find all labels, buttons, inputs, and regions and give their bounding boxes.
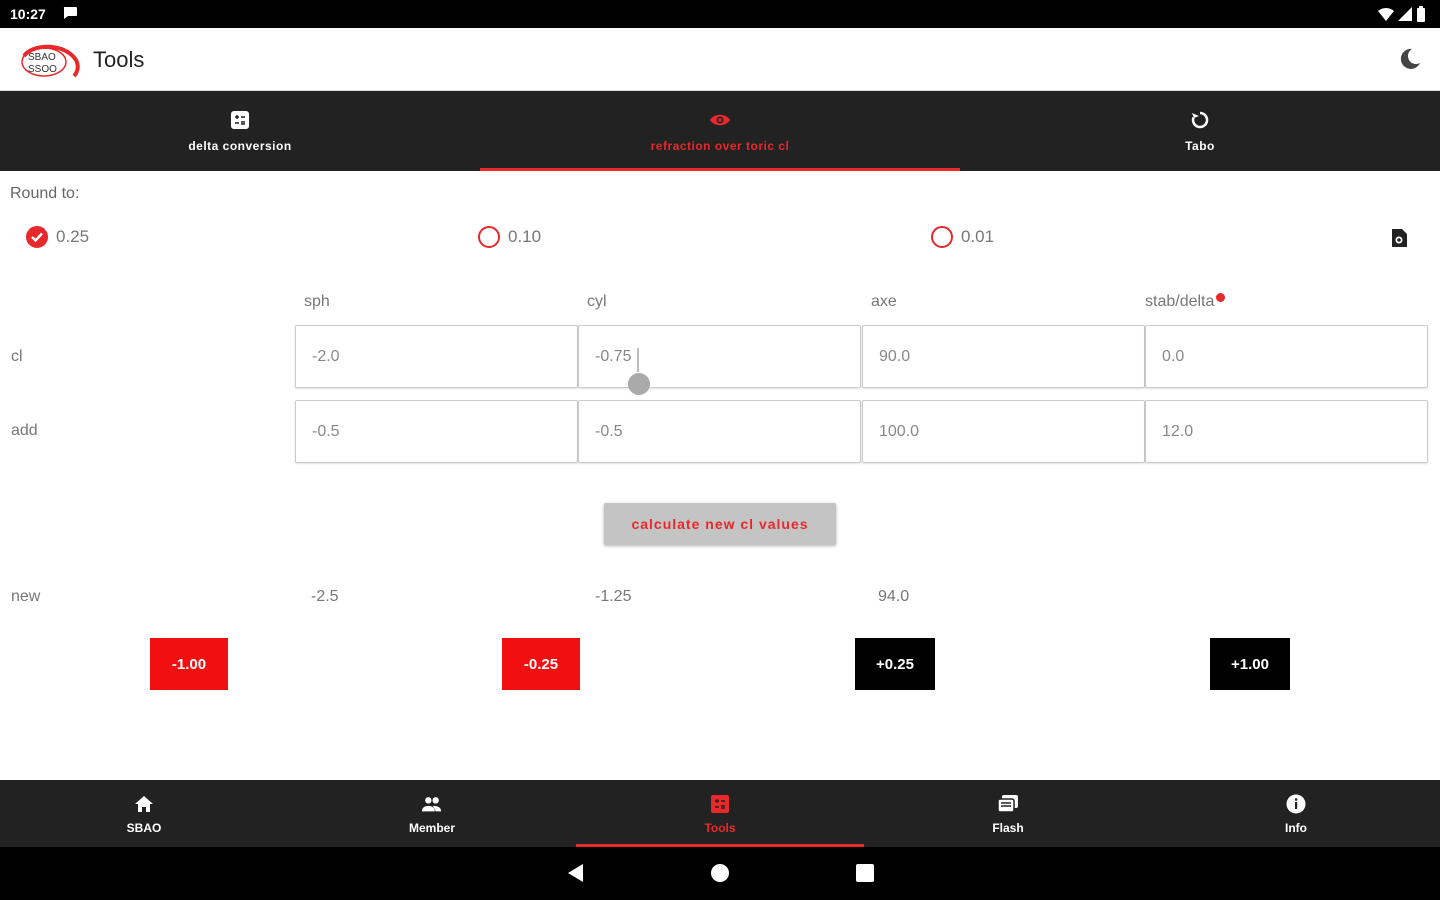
column-header-label: stab/delta: [1145, 293, 1215, 310]
new-sph-value: -2.5: [311, 588, 339, 605]
page-title: Tools: [93, 47, 145, 72]
nav-item-info[interactable]: Info: [1152, 780, 1440, 847]
tab-bar: delta conversion refraction over toric c…: [0, 91, 1440, 171]
new-cyl-value: -1.25: [595, 588, 632, 605]
system-icons: [1378, 6, 1426, 22]
tab-tabo[interactable]: Tabo: [960, 91, 1440, 171]
message-icon: [63, 7, 77, 19]
cl-cyl-input[interactable]: -0.75: [578, 325, 861, 388]
cl-stab-input[interactable]: 0.0: [1145, 325, 1428, 388]
radio-label: 0.25: [56, 227, 90, 246]
add-stab-input[interactable]: 12.0: [1145, 400, 1428, 463]
radio-label: 0.10: [508, 227, 542, 246]
text-cursor-handle[interactable]: [628, 373, 650, 395]
nav-label: Tools: [704, 820, 736, 835]
step-plus-025-button[interactable]: +0.25: [855, 638, 935, 690]
radio-round-025[interactable]: 0.25: [26, 226, 89, 248]
radio-unchecked-icon: [931, 226, 953, 248]
text-cursor: [637, 348, 639, 372]
save-file-icon[interactable]: [1388, 227, 1410, 249]
calculator-icon: [709, 793, 731, 815]
back-icon[interactable]: [566, 863, 586, 883]
tab-label: Tabo: [1185, 139, 1215, 153]
radio-round-010[interactable]: 0.10: [478, 226, 541, 248]
row-label-add: add: [11, 422, 38, 439]
column-header-cyl: cyl: [587, 293, 607, 310]
app-bar: SBAO SSOO Tools: [0, 28, 1440, 91]
nav-label: Member: [408, 820, 455, 835]
svg-text:SSOO: SSOO: [28, 64, 57, 75]
add-axe-input[interactable]: 100.0: [862, 400, 1145, 463]
radio-round-001[interactable]: 0.01: [931, 226, 994, 248]
info-badge-icon[interactable]: [1216, 293, 1226, 302]
radio-label: 0.01: [961, 227, 995, 246]
row-label-new: new: [11, 588, 41, 605]
radio-unchecked-icon: [478, 226, 500, 248]
nav-label: Info: [1285, 820, 1307, 835]
recents-icon[interactable]: [855, 863, 875, 883]
home-icon: [133, 793, 155, 815]
info-icon: [1285, 793, 1307, 815]
tab-label: delta conversion: [188, 139, 292, 153]
column-header-stab-delta: stab/delta: [1145, 293, 1226, 311]
eye-icon: [709, 109, 731, 131]
nav-label: SBAO: [126, 820, 162, 835]
nav-item-tools[interactable]: Tools: [576, 780, 864, 847]
home-circle-icon[interactable]: [710, 863, 730, 883]
calculate-button[interactable]: calculate new cl values: [604, 503, 836, 545]
new-axe-value: 94.0: [878, 588, 910, 605]
nav-item-member[interactable]: Member: [288, 780, 576, 847]
bottom-navigation: SBAO Member Tools Flash Info: [0, 780, 1440, 847]
step-plus-100-button[interactable]: +1.00: [1210, 638, 1290, 690]
sbao-logo: SBAO SSOO: [21, 44, 80, 78]
tab-delta-conversion[interactable]: delta conversion: [0, 91, 480, 171]
column-header-sph: sph: [304, 293, 330, 310]
nav-label: Flash: [992, 820, 1024, 835]
column-header-axe: axe: [871, 293, 897, 310]
calculator-icon: [229, 109, 251, 131]
tab-label: refraction over toric cl: [650, 139, 790, 153]
add-sph-input[interactable]: -0.5: [295, 400, 578, 463]
nav-item-sbao[interactable]: SBAO: [0, 780, 288, 847]
cl-sph-input[interactable]: -2.0: [295, 325, 578, 388]
status-time: 10:27: [10, 6, 46, 22]
step-minus-025-button[interactable]: -0.25: [502, 638, 580, 690]
dark-mode-icon[interactable]: [1398, 47, 1422, 71]
signal-icon: [1398, 7, 1412, 21]
nav-item-flash[interactable]: Flash: [864, 780, 1152, 847]
radio-checked-icon: [26, 226, 48, 248]
step-minus-100-button[interactable]: -1.00: [150, 638, 228, 690]
people-icon: [421, 793, 443, 815]
row-label-cl: cl: [11, 348, 23, 365]
tab-refraction-over-toric-cl[interactable]: refraction over toric cl: [480, 91, 960, 171]
battery-icon: [1417, 6, 1425, 22]
wifi-icon: [1378, 8, 1394, 21]
add-cyl-input[interactable]: -0.5: [578, 400, 861, 463]
cl-axe-input[interactable]: 90.0: [862, 325, 1145, 388]
flash-cards-icon: [997, 793, 1019, 815]
svg-text:SBAO: SBAO: [28, 52, 56, 63]
round-to-label: Round to:: [10, 185, 80, 202]
system-navigation-bar: [0, 847, 1440, 900]
rotate-icon: [1189, 109, 1211, 131]
status-bar: 10:27: [0, 0, 1440, 28]
